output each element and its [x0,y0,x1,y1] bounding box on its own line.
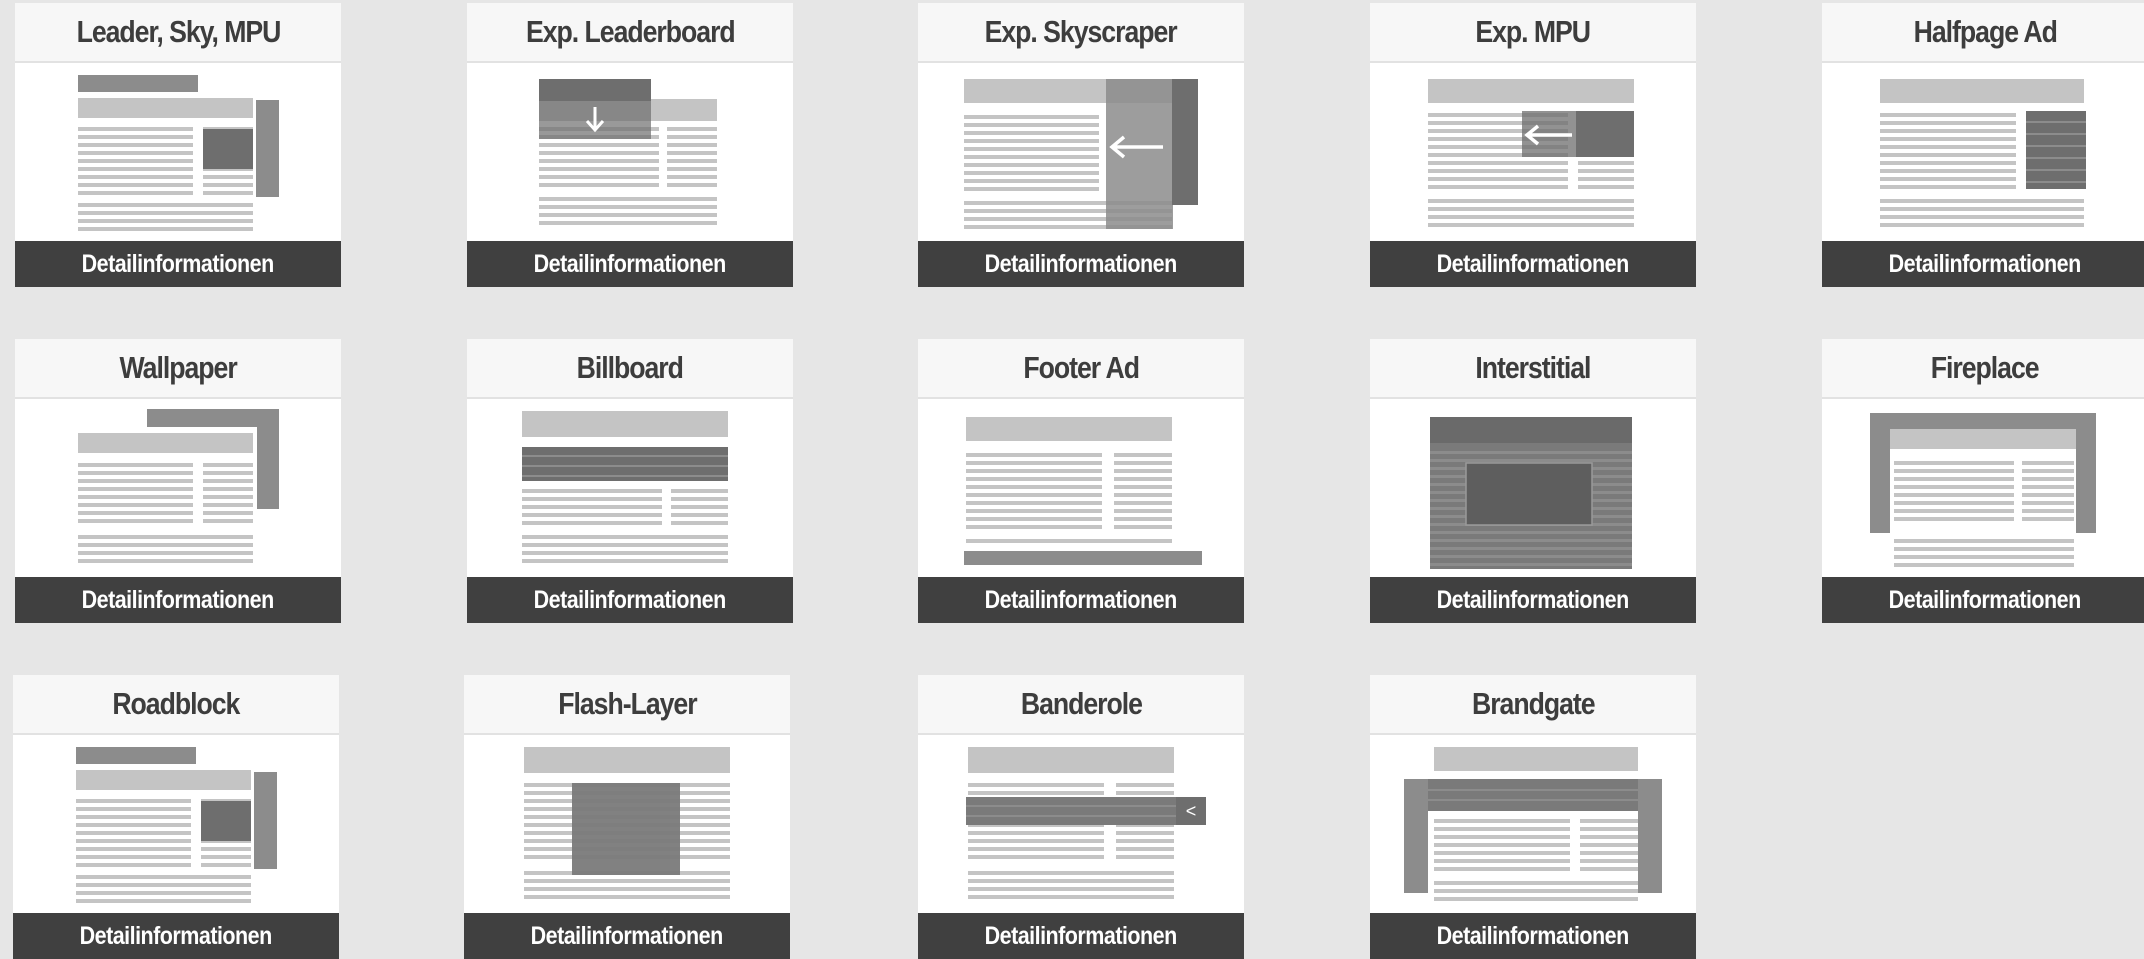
detail-info-button[interactable]: Detailinformationen [1370,577,1696,623]
detail-info-button[interactable]: Detailinformationen [1822,241,2144,287]
card-interstitial[interactable]: Interstitial Detailinformationen [1370,339,1696,623]
card-title: Billboard [467,339,793,399]
card-title: Exp. Skyscraper [918,3,1244,63]
card-roadblock[interactable]: Roadblock Detailinformationen [13,675,339,959]
detail-info-button[interactable]: Detailinformationen [467,241,793,287]
card-billboard[interactable]: Billboard Detailinformationen [467,339,793,623]
card-title: Flash-Layer [464,675,790,735]
expandable-mpu-icon [1370,63,1696,241]
expandable-leaderboard-icon [467,63,793,241]
detail-info-button[interactable]: Detailinformationen [467,577,793,623]
billboard-icon [467,399,793,577]
card-title: Banderole [918,675,1244,735]
card-brandgate[interactable]: Brandgate Detailinformationen [1370,675,1696,959]
detail-info-button[interactable]: Detailinformationen [918,241,1244,287]
card-title: Exp. Leaderboard [467,3,793,63]
footer-ad-icon [918,399,1244,577]
card-exp-mpu[interactable]: Exp. MPU Detailinformationen [1370,3,1696,287]
card-halfpage-ad[interactable]: Halfpage Ad Detailinformationen [1822,3,2144,287]
card-title: Footer Ad [918,339,1244,399]
detail-info-button[interactable]: Detailinformationen [918,577,1244,623]
card-fireplace[interactable]: Fireplace Detailinformationen [1822,339,2144,623]
interstitial-icon [1370,399,1696,577]
brandgate-icon [1370,735,1696,913]
leader-sky-mpu-icon [15,63,341,241]
detail-info-button[interactable]: Detailinformationen [13,913,339,959]
banderole-icon: < [918,735,1244,913]
card-banderole[interactable]: Banderole < Detailinformationen [918,675,1244,959]
card-leader-sky-mpu[interactable]: Leader, Sky, MPU Detailinformationen [15,3,341,287]
card-title: Brandgate [1370,675,1696,735]
card-exp-leaderboard[interactable]: Exp. Leaderboard Detailinformationen [467,3,793,287]
detail-info-button[interactable]: Detailinformationen [1822,577,2144,623]
detail-info-button[interactable]: Detailinformationen [15,241,341,287]
card-title: Interstitial [1370,339,1696,399]
expandable-skyscraper-icon [918,63,1244,241]
banderole-close-icon: < [1185,800,1197,821]
wallpaper-icon [15,399,341,577]
detail-info-button[interactable]: Detailinformationen [918,913,1244,959]
card-flash-layer[interactable]: Flash-Layer Detailinformationen [464,675,790,959]
detail-info-button[interactable]: Detailinformationen [1370,913,1696,959]
card-title: Wallpaper [15,339,341,399]
fireplace-icon [1822,399,2144,577]
detail-info-button[interactable]: Detailinformationen [15,577,341,623]
card-title: Fireplace [1822,339,2144,399]
roadblock-icon [13,735,339,913]
flash-layer-icon [464,735,790,913]
detail-info-button[interactable]: Detailinformationen [1370,241,1696,287]
halfpage-ad-icon [1822,63,2144,241]
card-title: Halfpage Ad [1822,3,2144,63]
card-wallpaper[interactable]: Wallpaper Detailinformationen [15,339,341,623]
card-title: Leader, Sky, MPU [15,3,341,63]
card-title: Exp. MPU [1370,3,1696,63]
card-footer-ad[interactable]: Footer Ad Detailinformationen [918,339,1244,623]
card-exp-skyscraper[interactable]: Exp. Skyscraper Detailinformationen [918,3,1244,287]
detail-info-button[interactable]: Detailinformationen [464,913,790,959]
card-title: Roadblock [13,675,339,735]
